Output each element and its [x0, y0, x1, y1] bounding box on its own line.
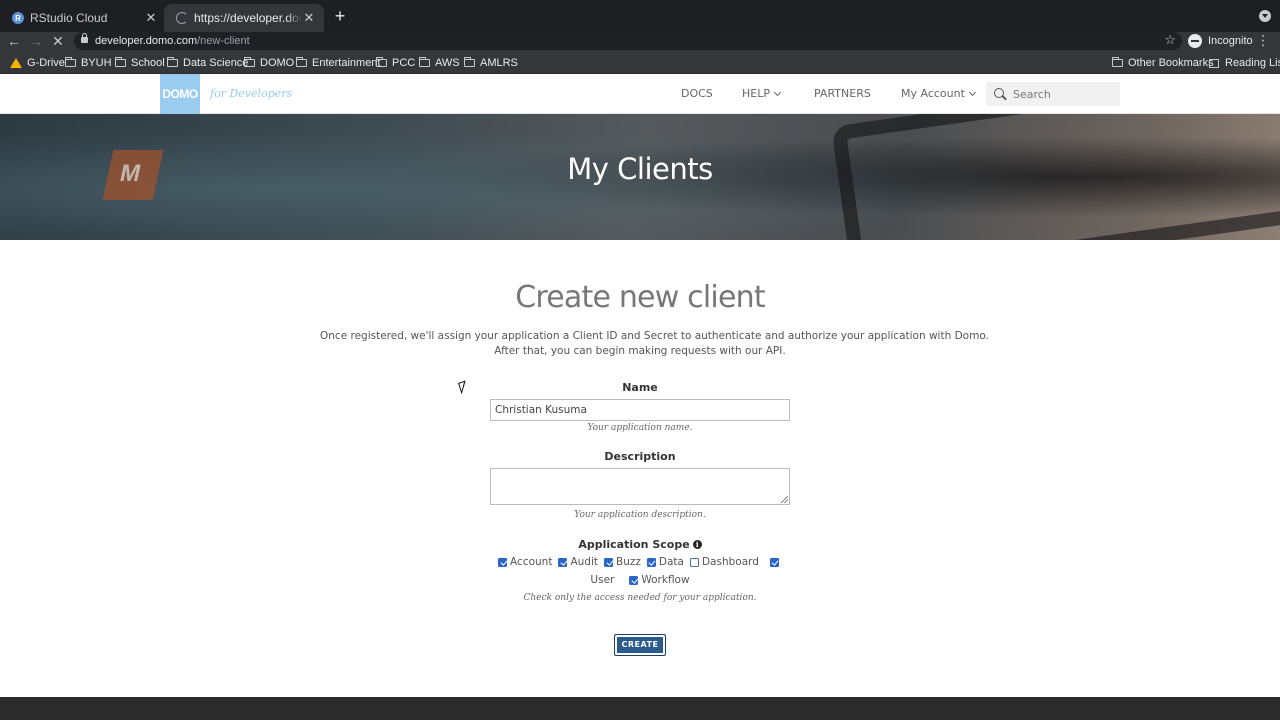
scope-buzz[interactable]: Buzz [604, 556, 641, 568]
gdrive-icon [10, 58, 22, 68]
folder-icon [167, 57, 178, 67]
incognito-profile-button[interactable]: Incognito [1188, 33, 1253, 49]
logo-tagline[interactable]: for Developers [210, 87, 292, 100]
scope-row-1: Account Audit Buzz Data Dashboard [0, 556, 1280, 568]
scope-dashboard[interactable]: Dashboard [689, 556, 759, 568]
chevron-down-icon [968, 88, 976, 97]
intro-line-2: After that, you can begin making request… [494, 345, 786, 357]
reading-list[interactable]: Reading List [1209, 56, 1280, 70]
rstudio-favicon-icon: R [12, 12, 24, 24]
incognito-icon [1188, 34, 1202, 48]
tab-search-icon[interactable] [1259, 10, 1271, 22]
bookmark-school[interactable]: School [115, 56, 165, 70]
checkbox[interactable] [558, 557, 568, 567]
folder-icon [115, 57, 126, 67]
description-field[interactable] [490, 468, 790, 505]
nav-docs[interactable]: DOCS [681, 87, 713, 100]
bookmark-star-icon[interactable]: ☆ [1164, 33, 1176, 49]
checkbox[interactable] [604, 557, 613, 567]
site-header: DOMO for Developers DOCS HELP PARTNERS M… [0, 74, 1280, 114]
description-label: Description [604, 450, 676, 463]
search-input[interactable] [1013, 86, 1113, 102]
bookmark-amlrs[interactable]: AMLRS [464, 56, 518, 70]
tab-title: RStudio Cloud [30, 11, 108, 25]
checkbox[interactable] [689, 557, 699, 567]
nav-help[interactable]: HELP [742, 87, 782, 100]
resize-handle-icon[interactable] [781, 496, 788, 503]
browser-toolbar: ← → ✕ developer.domo.com/new-client ☆ In… [0, 32, 1280, 52]
bookmarks-bar: G-Drive BYUH School Data Science DOMO En… [0, 52, 1280, 74]
name-label: Name [622, 381, 658, 394]
hero-title: My Clients [567, 152, 713, 186]
bookmark-aws[interactable]: AWS [419, 56, 460, 70]
folder-icon [419, 57, 430, 67]
scope-audit[interactable]: Audit [558, 556, 598, 568]
scope-user-checkbox[interactable] [769, 557, 782, 567]
lock-icon[interactable] [81, 33, 88, 43]
incognito-label: Incognito [1208, 35, 1253, 47]
bookmark-gdrive[interactable]: G-Drive [10, 56, 65, 70]
bookmark-domo[interactable]: DOMO [244, 56, 294, 70]
folder-icon [244, 57, 255, 67]
bookmark-data-science[interactable]: Data Science [167, 56, 248, 70]
folder-icon [1112, 57, 1123, 67]
search-icon [994, 88, 1004, 98]
checkbox[interactable] [498, 557, 508, 567]
intro-text: Once registered, we'll assign your appli… [320, 329, 989, 359]
address-bar[interactable]: developer.domo.com/new-client ☆ [74, 32, 1182, 50]
scope-data[interactable]: Data [646, 556, 684, 568]
new-tab-button[interactable]: + [330, 6, 350, 26]
browser-menu-icon[interactable]: ⋮ [1256, 32, 1270, 50]
scope-account[interactable]: Account [498, 556, 552, 568]
site-footer [0, 697, 1280, 720]
nav-my-account[interactable]: My Account [901, 87, 976, 100]
checkbox[interactable] [769, 557, 779, 567]
scope-user[interactable]: User [590, 574, 614, 586]
description-help-text: Your application description. [574, 510, 706, 520]
nav-partners[interactable]: PARTNERS [814, 87, 871, 100]
hero-banner: My Clients [0, 114, 1280, 240]
browser-tabstrip: R RStudio Cloud ✕ https://developer.domo… [0, 0, 1280, 32]
checkbox[interactable] [629, 575, 639, 585]
folder-icon [464, 57, 475, 67]
chevron-down-icon [773, 88, 782, 97]
tab-close-icon[interactable]: ✕ [302, 10, 316, 26]
stop-loading-icon[interactable]: ✕ [49, 32, 67, 50]
folder-icon [65, 57, 76, 67]
name-help-text: Your application name. [587, 423, 693, 433]
reading-list-icon [1209, 58, 1219, 68]
tab-rstudio-cloud[interactable]: R RStudio Cloud ✕ [0, 4, 166, 32]
loading-spinner-icon [176, 12, 188, 24]
info-icon[interactable]: i [692, 540, 702, 549]
url-text[interactable]: developer.domo.com/new-client [95, 34, 250, 48]
other-bookmarks[interactable]: Other Bookmarks [1112, 56, 1214, 70]
tab-domo-new-client[interactable]: https://developer.domo.com/new-client ✕ [164, 4, 324, 32]
scope-help-text: Check only the access needed for your ap… [523, 593, 757, 603]
scope-workflow[interactable]: Workflow [629, 574, 690, 586]
intro-line-1: Once registered, we'll assign your appli… [320, 330, 989, 342]
domo-logo[interactable]: DOMO [160, 74, 200, 114]
bookmark-entertainment[interactable]: Entertainment [296, 56, 380, 70]
bookmark-pcc[interactable]: PCC [376, 56, 415, 70]
name-field[interactable] [490, 399, 790, 421]
checkbox[interactable] [646, 557, 656, 567]
folder-icon [376, 57, 387, 67]
tab-title: https://developer.domo.com/new-client [194, 11, 302, 25]
application-scope-label: Application Scope i [0, 538, 1280, 551]
back-arrow-icon[interactable]: ← [5, 32, 23, 50]
create-button[interactable]: CREATE [614, 634, 666, 656]
site-search[interactable] [986, 82, 1120, 106]
scope-row-2: User Workflow [0, 574, 1280, 586]
forward-arrow-icon[interactable]: → [27, 32, 45, 50]
folder-icon [296, 57, 307, 67]
tab-close-icon[interactable]: ✕ [144, 10, 158, 26]
bookmark-byuh[interactable]: BYUH [65, 56, 112, 70]
page-title: Create new client [515, 280, 765, 315]
